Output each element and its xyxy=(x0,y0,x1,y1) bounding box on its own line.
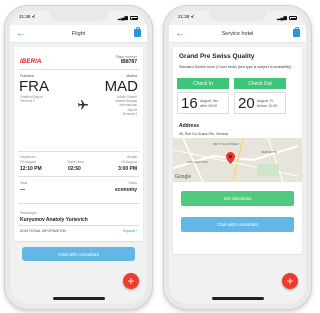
seat-label: Seat xyxy=(20,181,28,185)
check-out-month-time: August, Fr before 12:00 xyxy=(257,99,277,108)
origin-code: FRA xyxy=(19,78,49,95)
address-text: 36, Rue Du Grand-Pre, Geneva xyxy=(179,132,229,136)
check-in-time: after 09:00 xyxy=(200,103,218,108)
dest-airport-line: International xyxy=(119,103,137,108)
check-in-month-time: August, Mo after 09:00 xyxy=(200,99,218,108)
check-in-day: 16 xyxy=(181,95,198,112)
divider xyxy=(18,225,139,226)
check-out-time: before 12:00 xyxy=(257,103,278,108)
hotel-name: Grand Pre Swiss Quality xyxy=(179,53,255,60)
phone-frame-flight: 21:38 ⊀ ▂▄▆ ← Flight IBERIA Flight numbe… xyxy=(4,5,153,310)
check-out-tab: Check Out xyxy=(234,78,286,89)
departure-time: 12:10 PM xyxy=(20,166,42,172)
destination-code: MAD xyxy=(104,78,138,95)
hotel-card: Grand Pre Swiss Quality Standard Double … xyxy=(173,47,302,254)
chat-with-consultant-button[interactable]: Chat with consultant xyxy=(181,217,294,232)
origin-terminal: Terminal 2 xyxy=(20,99,35,104)
airplane-icon xyxy=(78,100,88,110)
check-in-tab: Check In xyxy=(177,78,229,89)
check-in-month: August, Mo xyxy=(200,99,219,103)
phone-frame-hotel: 21:38 ⊀ ▂▄▆ ← Service hotel Grand Pre Sw… xyxy=(163,5,312,310)
arrival-date: 09 August xyxy=(121,160,137,164)
battery-icon xyxy=(130,16,138,20)
passenger-label: Passenger xyxy=(20,211,37,215)
flight-screen: 21:38 ⊀ ▂▄▆ ← Flight IBERIA Flight numbe… xyxy=(10,11,147,304)
nav-bar: ← Service hotel xyxy=(169,25,306,43)
hotel-screen: 21:38 ⊀ ▂▄▆ ← Service hotel Grand Pre Sw… xyxy=(169,11,306,304)
passenger-name: Kuryumov Anatoly Yurievich xyxy=(20,217,88,223)
flight-number: Flight number IB8787 xyxy=(116,55,137,64)
flight-card: IBERIA Flight number IB8787 Frankfurt Ma… xyxy=(14,47,143,241)
page-title: Flight xyxy=(71,30,86,37)
back-arrow-icon[interactable]: ← xyxy=(175,29,185,39)
nav-bar: ← Flight xyxy=(10,25,147,43)
divider xyxy=(18,69,139,70)
home-indicator xyxy=(52,297,105,300)
map-label: LES GROTTES xyxy=(187,160,209,164)
additional-info-label: ADDITIONAL INFORMATION xyxy=(20,229,67,233)
divider xyxy=(18,151,139,152)
destination-airport: Adolfo Suárez Madrid-Barajas Internation… xyxy=(115,95,137,116)
travel-time-label: Travel time xyxy=(67,160,85,164)
shopping-bag-icon[interactable] xyxy=(293,26,300,37)
get-directions-button[interactable]: Get directions xyxy=(181,191,294,206)
phone-notch xyxy=(49,11,108,21)
battery-icon xyxy=(289,16,297,20)
class-value: economy xyxy=(115,187,137,193)
class-label: Class xyxy=(128,181,137,185)
status-icons: ▂▄▆ xyxy=(118,14,138,22)
destination-terminal: Terminal 4 xyxy=(122,111,137,116)
divider xyxy=(18,176,139,177)
divider xyxy=(18,203,139,204)
plus-icon[interactable]: + xyxy=(282,273,298,289)
home-indicator xyxy=(211,297,264,300)
chat-with-consultant-button[interactable]: Chat with consultant xyxy=(22,247,135,261)
airline-logo: IBERIA xyxy=(20,59,42,65)
signal-icon: ▂▄▆ xyxy=(276,15,287,20)
status-icons: ▂▄▆ xyxy=(277,14,297,22)
google-logo: Google xyxy=(175,174,192,180)
shopping-bag-icon[interactable] xyxy=(134,26,141,37)
map-label: SERVETTE xyxy=(261,150,277,154)
status-time: 21:38 ⊀ xyxy=(178,14,195,19)
map-view[interactable]: PETIT-SACONNEX SERVETTE LES GROTTES Goog… xyxy=(173,138,302,182)
room-description: Standard Double room (2 twin beds) (bed … xyxy=(179,65,292,69)
status-time: 21:38 ⊀ xyxy=(19,14,36,19)
map-pin-icon xyxy=(226,152,235,164)
departure-date: 09 August xyxy=(20,160,36,164)
check-in-date: 16 August, Mo after 09:00 xyxy=(177,92,229,114)
plus-icon[interactable]: + xyxy=(123,273,139,289)
departure-label: Departure xyxy=(20,155,36,159)
check-out-date: 20 August, Fr before 12:00 xyxy=(234,92,286,114)
signal-icon: ▂▄▆ xyxy=(117,15,128,20)
back-arrow-icon[interactable]: ← xyxy=(16,29,26,39)
arrival-label: Arrival xyxy=(127,155,137,159)
arrival-time: 3:00 PM xyxy=(118,166,137,172)
map-label: PETIT-SACONNEX xyxy=(213,142,240,146)
check-out-day: 20 xyxy=(238,95,255,112)
expand-link[interactable]: Expand › xyxy=(123,229,137,233)
address-label: Address xyxy=(179,123,200,129)
seat-value: — xyxy=(20,187,25,193)
origin-airport: Frankfurt Airport Terminal 2 xyxy=(20,95,43,103)
page-title: Service hotel xyxy=(221,30,254,37)
phone-notch xyxy=(208,11,267,21)
flight-number-value: IB8787 xyxy=(120,58,137,65)
travel-time-value: 02:50 xyxy=(68,166,81,172)
